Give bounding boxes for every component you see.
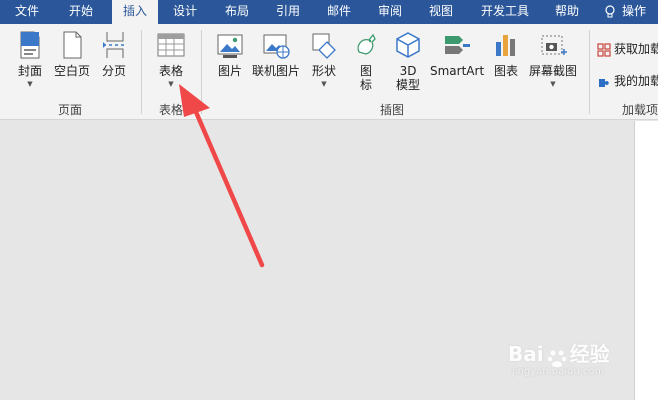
- get-addins-label: 获取加载项: [614, 42, 658, 56]
- online-pictures-label: 联机图片: [251, 64, 300, 78]
- pictures-button[interactable]: 图片: [212, 30, 248, 78]
- 3d-models-label-line2: 模型: [395, 78, 420, 92]
- table-icon: [157, 33, 185, 57]
- cover-page-label: 封面: [17, 64, 42, 78]
- screenshot-button[interactable]: 屏幕截图 ▼: [526, 30, 580, 88]
- picture-icon: [217, 34, 243, 58]
- group-label-illustrations: 插图: [379, 103, 404, 117]
- smartart-label: SmartArt: [430, 64, 485, 78]
- screenshot-label: 屏幕截图: [528, 64, 577, 78]
- icons-button[interactable]: 图 标: [348, 30, 384, 92]
- shapes-button[interactable]: 形状 ▼: [304, 30, 344, 88]
- page-break-label: 分页: [101, 64, 126, 78]
- cover-page-button[interactable]: 封面 ▼: [12, 30, 48, 88]
- tab-review[interactable]: 审阅: [367, 0, 413, 24]
- my-addins-button[interactable]: 我的加载项: [597, 72, 658, 89]
- ribbon-tab-bar: 文件 开始 插入 设计 布局 引用 邮件 审阅 视图 开发工具 帮助 操作: [0, 0, 658, 25]
- pictures-label: 图片: [217, 64, 242, 78]
- tab-design[interactable]: 设计: [162, 0, 208, 24]
- baidu-watermark: Bai 经验 jingyan.baidu.com: [508, 338, 610, 377]
- chart-icon: [496, 35, 515, 56]
- group-separator: [201, 30, 202, 114]
- chevron-down-icon: ▼: [550, 80, 556, 88]
- chevron-down-icon: ▼: [321, 80, 327, 88]
- get-addins-icon: [597, 42, 611, 57]
- lightbulb-icon: [605, 4, 615, 17]
- tell-me-box[interactable]: 操作: [604, 0, 646, 24]
- online-picture-icon: [263, 34, 290, 59]
- blank-page-icon: [63, 31, 82, 59]
- watermark-url: jingyan.baidu.com: [512, 366, 605, 377]
- page-break-icon: [103, 32, 124, 58]
- smartart-icon: [445, 36, 470, 54]
- chart-button[interactable]: 图表: [488, 30, 524, 78]
- tab-home[interactable]: 开始: [58, 0, 104, 24]
- blank-page-button[interactable]: 空白页: [50, 30, 94, 78]
- smartart-button[interactable]: SmartArt: [430, 30, 484, 78]
- 3d-models-label-line1: 3D: [399, 64, 417, 78]
- group-separator: [589, 30, 590, 114]
- watermark-brand: Bai: [508, 342, 544, 366]
- tab-help[interactable]: 帮助: [544, 0, 590, 24]
- blank-page-label: 空白页: [53, 64, 90, 78]
- tab-insert[interactable]: 插入: [112, 0, 158, 25]
- shapes-label: 形状: [311, 64, 336, 78]
- 3d-model-icon: [396, 32, 420, 58]
- shapes-icon: [312, 33, 336, 59]
- tab-layout[interactable]: 布局: [214, 0, 260, 24]
- group-separator: [141, 30, 142, 114]
- chevron-down-icon: ▼: [27, 80, 33, 88]
- tab-file[interactable]: 文件: [4, 0, 50, 24]
- tab-mailings[interactable]: 邮件: [316, 0, 362, 24]
- page-break-button[interactable]: 分页: [96, 30, 132, 78]
- cover-page-icon: [20, 31, 40, 59]
- chevron-down-icon: ▼: [168, 80, 174, 88]
- table-label: 表格: [158, 64, 183, 78]
- tab-view[interactable]: 视图: [418, 0, 464, 24]
- tell-me-label: 操作: [622, 4, 647, 18]
- ribbon-insert: 封面 ▼ 空白页 分页 页面 表格 ▼ 表格 图片 联机图片 形状 ▼ 图 标 …: [0, 24, 658, 120]
- watermark-brand-jingyan: 经验: [569, 342, 610, 366]
- tab-developer[interactable]: 开发工具: [470, 0, 540, 24]
- tab-references[interactable]: 引用: [265, 0, 311, 24]
- online-pictures-button[interactable]: 联机图片: [250, 30, 302, 78]
- group-label-tables: 表格: [158, 103, 183, 117]
- 3d-models-button[interactable]: 3D 模型: [388, 30, 428, 92]
- table-button[interactable]: 表格 ▼: [152, 30, 190, 88]
- icons-label-line2: 标: [359, 78, 372, 92]
- group-label-pages: 页面: [57, 103, 82, 117]
- document-page[interactable]: [634, 121, 658, 400]
- group-label-addins: 加载项: [622, 103, 658, 117]
- get-addins-button[interactable]: 获取加载项: [597, 40, 658, 57]
- my-addins-icon: [599, 78, 609, 87]
- icons-icon: [357, 33, 376, 55]
- screenshot-icon: [541, 35, 567, 55]
- my-addins-label: 我的加载项: [614, 74, 658, 88]
- chart-label: 图表: [493, 64, 518, 78]
- icons-label-line1: 图: [359, 64, 372, 78]
